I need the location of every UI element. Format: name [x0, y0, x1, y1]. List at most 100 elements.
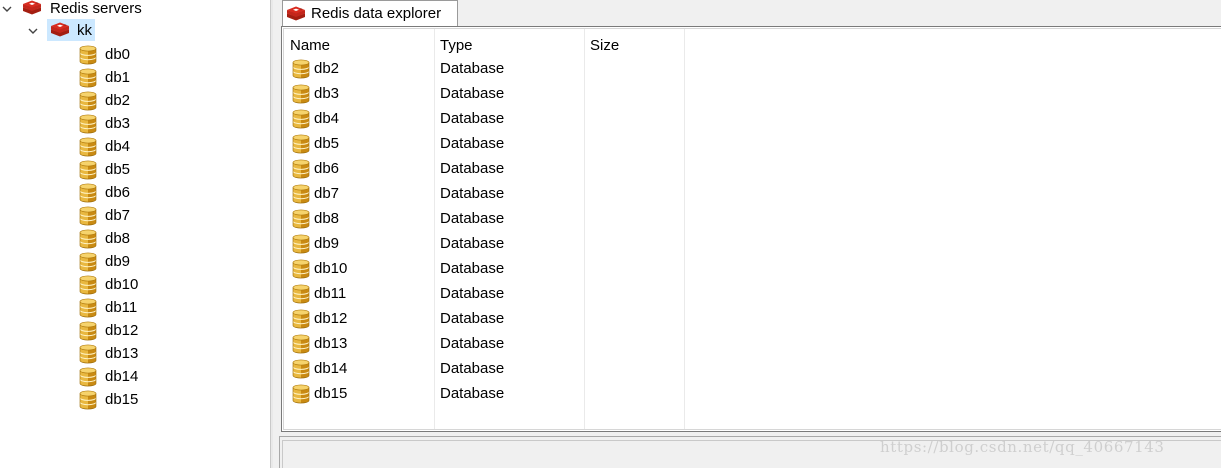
column-divider — [684, 29, 685, 429]
row-name: db13 — [314, 335, 348, 352]
column-header-type[interactable]: Type — [440, 35, 473, 55]
tree-node-database[interactable]: db4 — [77, 135, 130, 158]
cell-type: Database — [440, 235, 505, 252]
cell-type: Database — [440, 260, 505, 277]
table-row[interactable]: db4 Database — [284, 106, 684, 131]
cell-name: db11 — [290, 281, 346, 306]
row-name: db8 — [314, 210, 340, 227]
tree-node-label: kk — [77, 21, 92, 39]
column-header-size[interactable]: Size — [590, 35, 619, 55]
cell-type: Database — [440, 160, 505, 177]
tab-redis-data-explorer[interactable]: Redis data explorer — [282, 0, 458, 26]
database-icon — [290, 309, 312, 329]
table-row[interactable]: db6 Database — [284, 156, 684, 181]
cell-type: Database — [440, 210, 505, 227]
table-row[interactable]: db14 Database — [284, 356, 684, 381]
watermark: https://blog.csdn.net/qq_40667143 — [880, 438, 1165, 456]
database-label: db11 — [105, 299, 138, 316]
table-row[interactable]: db11 Database — [284, 281, 684, 306]
row-name: db11 — [314, 285, 347, 302]
tab-label: Redis data explorer — [311, 5, 442, 22]
database-icon — [77, 321, 99, 341]
redis-icon — [285, 4, 307, 24]
table-row[interactable]: db5 Database — [284, 131, 684, 156]
table-row[interactable]: db2 Database — [284, 56, 684, 81]
tree-node-database[interactable]: db10 — [77, 273, 138, 296]
tree-node-database[interactable]: db9 — [77, 250, 130, 273]
chevron-down-icon[interactable] — [26, 24, 40, 38]
redis-icon — [49, 20, 71, 40]
cell-name: db7 — [290, 181, 339, 206]
database-icon — [77, 252, 99, 272]
tree-node-database[interactable]: db14 — [77, 365, 138, 388]
tree-node-database[interactable]: db8 — [77, 227, 130, 250]
database-icon — [290, 284, 312, 304]
database-icon — [77, 206, 99, 226]
database-icon — [290, 209, 312, 229]
cell-name: db5 — [290, 131, 339, 156]
tree-node-database[interactable]: db11 — [77, 296, 137, 319]
app-window: Redis servers kk db0 db1 db2 db3 db4 db5 db6 db… — [0, 0, 1221, 468]
data-explorer-list[interactable]: Name Type Size db2 Database db3 Database db4… — [281, 26, 1221, 432]
database-icon — [77, 114, 99, 134]
tree-node-database[interactable]: db3 — [77, 112, 130, 135]
tree-node-database[interactable]: db12 — [77, 319, 138, 342]
database-label: db5 — [105, 161, 131, 178]
table-row[interactable]: db7 Database — [284, 181, 684, 206]
tree-node-database[interactable]: db1 — [77, 66, 130, 89]
database-label: db15 — [105, 391, 139, 408]
table-row[interactable]: db9 Database — [284, 231, 684, 256]
database-icon — [77, 275, 99, 295]
database-icon — [290, 234, 312, 254]
cell-name: db12 — [290, 306, 347, 331]
table-row[interactable]: db15 Database — [284, 381, 684, 406]
database-icon — [77, 160, 99, 180]
table-row[interactable]: db13 Database — [284, 331, 684, 356]
database-icon — [290, 184, 312, 204]
database-icon — [77, 344, 99, 364]
database-icon — [77, 390, 99, 410]
cell-type: Database — [440, 110, 505, 127]
row-name: db6 — [314, 160, 340, 177]
cell-type: Database — [440, 135, 505, 152]
row-name: db5 — [314, 135, 340, 152]
database-icon — [77, 137, 99, 157]
tree-node-database[interactable]: db5 — [77, 158, 130, 181]
table-row[interactable]: db8 Database — [284, 206, 684, 231]
database-icon — [290, 134, 312, 154]
table-row[interactable]: db10 Database — [284, 256, 684, 281]
tree-node-label: Redis servers — [50, 0, 142, 17]
redis-icon — [21, 0, 43, 18]
cell-name: db3 — [290, 81, 339, 106]
database-label: db3 — [105, 115, 131, 132]
tree-node-database[interactable]: db15 — [77, 388, 138, 411]
explorer-panel: Redis data explorer Name Type Size db2 Da… — [273, 0, 1221, 468]
row-name: db10 — [314, 260, 348, 277]
database-icon — [290, 84, 312, 104]
selected-node-highlight: kk — [47, 19, 95, 41]
row-name: db15 — [314, 385, 348, 402]
column-header-name[interactable]: Name — [290, 35, 330, 55]
tree-node-database[interactable]: db0 — [77, 43, 130, 66]
cell-type: Database — [440, 185, 505, 202]
tree-node-database[interactable]: db7 — [77, 204, 130, 227]
database-icon — [290, 59, 312, 79]
cell-name: db14 — [290, 356, 347, 381]
database-label: db10 — [105, 276, 139, 293]
cell-name: db13 — [290, 331, 347, 356]
tree-node-database[interactable]: db2 — [77, 89, 130, 112]
tree-node-database[interactable]: db13 — [77, 342, 138, 365]
database-icon — [290, 384, 312, 404]
chevron-down-icon[interactable] — [0, 2, 14, 16]
table-row[interactable]: db12 Database — [284, 306, 684, 331]
database-label: db8 — [105, 230, 131, 247]
tree-node-database[interactable]: db6 — [77, 181, 130, 204]
table-row[interactable]: db3 Database — [284, 81, 684, 106]
database-label: db9 — [105, 253, 131, 270]
database-icon — [77, 183, 99, 203]
database-label: db4 — [105, 138, 131, 155]
server-tree[interactable]: Redis servers kk db0 db1 db2 db3 db4 db5 db6 db… — [0, 0, 270, 468]
database-icon — [290, 334, 312, 354]
database-label: db12 — [105, 322, 139, 339]
cell-type: Database — [440, 60, 505, 77]
